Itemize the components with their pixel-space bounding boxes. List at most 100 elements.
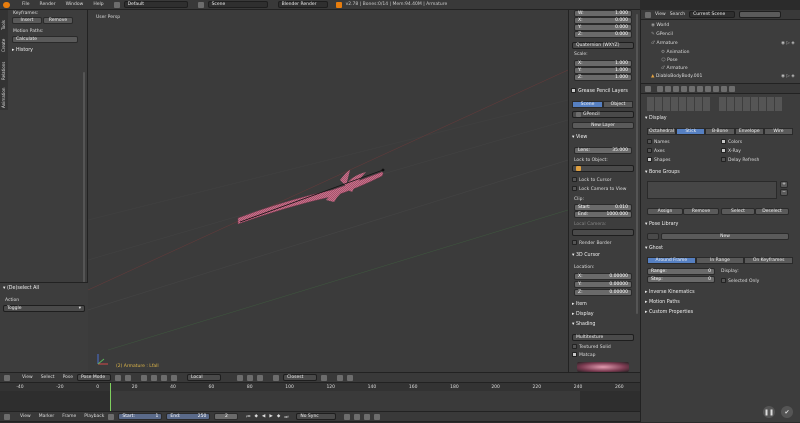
lock-to-cursor-checkbox[interactable] (572, 177, 577, 182)
snap-element-icon[interactable] (321, 374, 327, 381)
clip-end-field[interactable]: End: 1000.000 (574, 211, 632, 218)
shading-section-header[interactable]: ▾ Shading (572, 322, 595, 327)
names-option[interactable]: Names (647, 139, 670, 145)
translate-icon[interactable] (151, 374, 157, 381)
matcap-preview[interactable] (577, 362, 629, 372)
manipulator-icon[interactable] (141, 374, 147, 381)
delay-refresh-option[interactable]: Delay Refresh (721, 157, 759, 163)
shapes-checkbox[interactable] (647, 157, 652, 162)
timeline[interactable]: -40 -20 0 20 40 60 80 100 120 140 160 18… (0, 383, 640, 411)
preview-range-icon[interactable] (108, 413, 115, 420)
operator-panel-header[interactable]: ▾ (De)select All (3, 286, 39, 291)
layer-icon[interactable] (237, 374, 243, 381)
insert-keyframe-icon[interactable] (364, 413, 371, 420)
view3d-pose-menu[interactable]: Pose (63, 375, 73, 380)
grease-pencil-checkbox[interactable] (571, 88, 576, 93)
play-icon[interactable]: ▶ (269, 414, 272, 419)
bone-tab-icon[interactable] (721, 85, 727, 92)
delete-keyframe-icon[interactable] (374, 413, 381, 420)
ghost-step-field[interactable]: Step: 0 (647, 276, 715, 283)
timeline-editor-icon[interactable] (4, 413, 10, 420)
bone-group-remove-button[interactable]: − (780, 189, 788, 196)
outliner-item-world[interactable]: ◉ World (651, 23, 669, 28)
snap-target-dropdown[interactable]: Closest (283, 374, 317, 381)
view3d-editor-icon[interactable] (4, 374, 10, 381)
outliner-view-menu[interactable]: View (655, 12, 666, 17)
insert-keyframe-button[interactable]: Insert (12, 17, 42, 24)
item-section-header[interactable]: ▸ Item (572, 302, 587, 307)
render-engine-selector[interactable]: Blender Render (277, 1, 328, 8)
shapes-option[interactable]: Shapes (647, 157, 670, 163)
keying-set-icon[interactable] (354, 413, 361, 420)
view3d-select-menu[interactable]: Select (41, 375, 55, 380)
outliner-item-armature[interactable]: ♂ Armature (651, 41, 678, 46)
tab-create[interactable]: Create (1, 39, 6, 52)
next-keyframe-icon[interactable]: ◆ (277, 414, 280, 419)
bone-groups-list[interactable] (647, 181, 777, 199)
outliner-item-armature-data[interactable]: ♂ Armature (661, 66, 688, 71)
timeline-view-menu[interactable]: View (20, 414, 31, 419)
lens-field[interactable]: Lens: 35.000 (574, 147, 632, 154)
modifiers-tab-icon[interactable] (705, 85, 711, 92)
outliner-search-menu[interactable]: Search (670, 12, 685, 17)
draw-envelope-tab[interactable]: Envelope (734, 128, 764, 135)
jump-end-icon[interactable]: ⏭ (284, 414, 288, 420)
pose-library-header[interactable]: ▾ Pose Library (645, 222, 678, 227)
textured-solid-option[interactable]: Textured Solid (572, 344, 611, 350)
tab-animation[interactable]: Animation (1, 88, 6, 108)
confirm-icon[interactable]: ✔ (781, 406, 793, 418)
render-preview-icon[interactable] (337, 374, 343, 381)
viewport-3d[interactable]: User Persp (2) Armature : Lfall (88, 10, 568, 372)
pose-copy-icon[interactable] (247, 374, 253, 381)
armature-data-tab-icon[interactable] (713, 85, 719, 92)
pause-icon[interactable]: ❚❚ (763, 406, 775, 418)
pose-library-icon[interactable] (647, 233, 659, 240)
axes-option[interactable]: Axes (647, 148, 665, 154)
selected-only-option[interactable]: Selected Only (721, 278, 759, 284)
draw-wire-tab[interactable]: Wire (763, 128, 794, 135)
ghost-on-keyframes-tab[interactable]: On Keyframes (744, 257, 794, 264)
outliner-item-gpencil[interactable]: ✎ GPencil (651, 32, 673, 37)
pose-library-new-button[interactable]: New (661, 233, 789, 240)
world-tab-icon[interactable] (681, 85, 687, 92)
tool-shelf-scrollbar[interactable] (83, 72, 85, 292)
opengl-render-icon[interactable] (347, 374, 353, 381)
names-checkbox[interactable] (647, 139, 652, 144)
menu-file[interactable]: File (22, 2, 30, 7)
lock-object-field[interactable] (572, 165, 634, 172)
layers-grid-left[interactable] (647, 97, 711, 111)
cursor-y-field[interactable]: Y: 0.00000 (574, 281, 632, 288)
outliner-scene-filter[interactable]: Current Scene (689, 11, 736, 18)
remove-keyframe-button[interactable]: Remove (43, 17, 73, 24)
display-section-header[interactable]: ▸ Display (572, 312, 594, 317)
xray-option[interactable]: X-Ray (721, 148, 741, 154)
object-tab-icon[interactable] (689, 85, 695, 92)
pose-paste-icon[interactable] (257, 374, 263, 381)
draw-bbone-tab[interactable]: B-Bone (705, 128, 735, 135)
assign-button[interactable]: Assign (647, 208, 683, 215)
armature-bones[interactable] (88, 10, 568, 372)
deselect-button[interactable]: Deselect (755, 208, 789, 215)
selected-only-checkbox[interactable] (721, 278, 726, 283)
tab-gp-object[interactable]: Object (603, 101, 633, 108)
properties-editor-icon[interactable] (645, 85, 651, 92)
colors-option[interactable]: Colors (721, 139, 742, 145)
draw-stick-tab[interactable]: Stick (676, 128, 706, 135)
timeline-playback-menu[interactable]: Playback (84, 414, 104, 419)
cursor-x-field[interactable]: X: 0.00000 (574, 273, 632, 280)
render-tab-icon[interactable] (657, 85, 663, 92)
new-layer-button[interactable]: New Layer (572, 122, 634, 129)
ghost-range-field[interactable]: Range: 0 (647, 268, 715, 275)
visibility-eye-icon[interactable]: ◉ ▷ ◈ (781, 41, 795, 46)
calculate-button[interactable]: Calculate (12, 36, 78, 43)
delay-refresh-checkbox[interactable] (721, 157, 726, 162)
visibility-eye-icon-2[interactable]: ◉ ▷ ◈ (781, 74, 795, 79)
shading-mode-dropdown[interactable]: Multitexture (572, 334, 634, 341)
display-panel-header[interactable]: ▾ Display (645, 116, 667, 121)
auto-keying-record-icon[interactable] (344, 413, 351, 420)
ghost-around-frame-tab[interactable]: Around Frame (647, 257, 696, 264)
constraints-tab-icon[interactable] (697, 85, 703, 92)
select-button[interactable]: Select (721, 208, 755, 215)
play-reverse-icon[interactable]: ◀ (262, 414, 265, 419)
textured-solid-checkbox[interactable] (572, 344, 577, 349)
